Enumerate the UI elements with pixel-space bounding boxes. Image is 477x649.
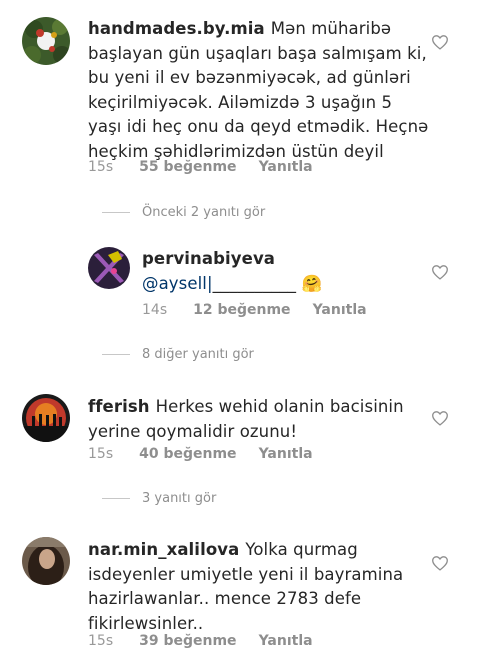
divider-line: [102, 498, 130, 499]
comment-text: nar.min_xalilova Yolka qurmag isdeyenler …: [88, 540, 404, 633]
likes-count[interactable]: 40 beğenme: [139, 446, 236, 462]
avatar[interactable]: [22, 394, 70, 442]
view-previous-replies[interactable]: Önceki 2 yanıtı gör: [102, 205, 265, 220]
avatar[interactable]: [22, 17, 70, 65]
comment-meta: 15s 39 beğenme Yanıtla: [88, 633, 335, 649]
likes-count[interactable]: 12 beğenme: [193, 302, 290, 318]
likes-count[interactable]: 55 beğenme: [139, 159, 236, 175]
reply-button[interactable]: Yanıtla: [259, 159, 313, 175]
view-other-replies[interactable]: 8 diğer yanıtı gör: [102, 347, 254, 362]
reply-button[interactable]: Yanıtla: [259, 446, 313, 462]
reply-button[interactable]: Yanıtla: [313, 302, 367, 318]
comment-username[interactable]: handmades.by.mia: [88, 19, 265, 38]
comment-meta: 14s 12 beğenme Yanıtla: [142, 302, 389, 318]
comment-time: 15s: [88, 159, 114, 175]
comment-time: 14s: [142, 302, 168, 318]
comment-time: 15s: [88, 446, 114, 462]
mention-link[interactable]: @aysell|: [142, 274, 213, 293]
avatar[interactable]: [88, 247, 130, 289]
comment-text: fferish Herkes wehid olanin bacisinin yer…: [88, 397, 404, 441]
hug-emoji: 🤗: [301, 273, 323, 293]
comment-text: pervinabiyeva @aysell|__________ 🤗: [142, 249, 323, 293]
avatar[interactable]: [22, 537, 70, 585]
divider-line: [102, 212, 130, 213]
heart-outline-icon[interactable]: [431, 410, 449, 426]
comment-username[interactable]: fferish: [88, 397, 150, 416]
heart-outline-icon[interactable]: [431, 264, 449, 280]
comment-meta: 15s 40 beğenme Yanıtla: [88, 446, 335, 462]
heart-outline-icon[interactable]: [431, 34, 449, 50]
comment-meta: 15s 55 beğenme Yanıtla: [88, 159, 335, 175]
comment-time: 15s: [88, 633, 114, 649]
heart-outline-icon[interactable]: [431, 555, 449, 571]
reply-button[interactable]: Yanıtla: [259, 633, 313, 649]
comment-username[interactable]: nar.min_xalilova: [88, 540, 239, 559]
comment-username[interactable]: pervinabiyeva: [142, 249, 275, 268]
likes-count[interactable]: 39 beğenme: [139, 633, 236, 649]
comment-text: handmades.by.mia Mən müharibə başlayan gü…: [88, 19, 429, 161]
view-three-replies[interactable]: 3 yanıtı gör: [102, 491, 216, 506]
divider-line: [102, 354, 130, 355]
